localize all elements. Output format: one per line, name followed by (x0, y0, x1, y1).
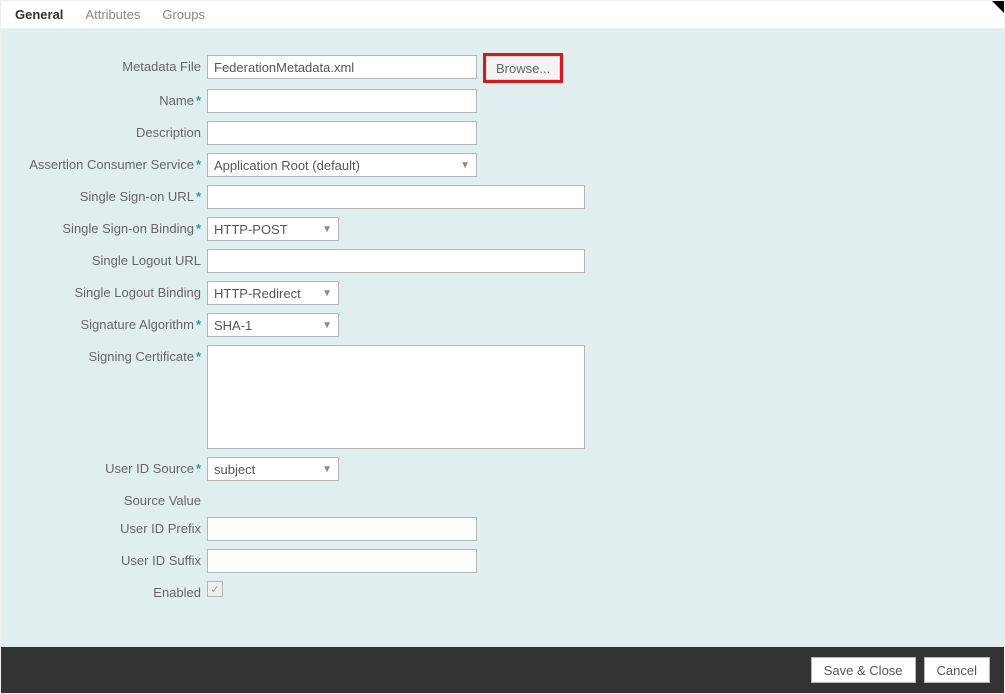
metadata-file-input[interactable] (207, 55, 477, 79)
source-value-label: Source Value (11, 489, 207, 509)
browse-button[interactable]: Browse... (485, 55, 561, 81)
description-label: Description (11, 121, 207, 141)
slo-binding-label: Single Logout Binding (11, 281, 207, 301)
uid-source-value: subject (214, 462, 255, 477)
uid-source-label: User ID Source* (11, 457, 207, 477)
enabled-label: Enabled (11, 581, 207, 601)
tab-groups[interactable]: Groups (162, 7, 205, 22)
signing-cert-label: Signing Certificate* (11, 345, 207, 365)
name-input[interactable] (207, 89, 477, 113)
sso-binding-select[interactable]: HTTP-POST ▼ (207, 217, 339, 241)
settings-page: General Attributes Groups Metadata File … (0, 0, 1005, 694)
tab-bar: General Attributes Groups (1, 1, 1004, 29)
slo-binding-value: HTTP-Redirect (214, 286, 301, 301)
footer-bar: Save & Close Cancel (1, 647, 1004, 693)
sso-binding-label: Single Sign-on Binding* (11, 217, 207, 237)
slo-url-label: Single Logout URL (11, 249, 207, 269)
sig-alg-value: SHA-1 (214, 318, 252, 333)
description-input[interactable] (207, 121, 477, 145)
signing-cert-textarea[interactable] (207, 345, 585, 449)
sig-alg-label: Signature Algorithm* (11, 313, 207, 333)
uid-suffix-input[interactable] (207, 549, 477, 573)
sso-url-input[interactable] (207, 185, 585, 209)
uid-source-select[interactable]: subject ▼ (207, 457, 339, 481)
uid-prefix-input[interactable] (207, 517, 477, 541)
save-close-button[interactable]: Save & Close (811, 657, 916, 683)
tab-general[interactable]: General (15, 7, 63, 22)
chevron-down-icon: ▼ (322, 320, 332, 331)
enabled-checkbox[interactable]: ✓ (207, 581, 223, 597)
cancel-button[interactable]: Cancel (924, 657, 990, 683)
acs-select[interactable]: Application Root (default) ▼ (207, 153, 477, 177)
general-form: Metadata File Browse... Name* Descriptio… (1, 29, 1004, 649)
metadata-file-label: Metadata File (11, 55, 207, 75)
corner-decoration (992, 1, 1004, 13)
chevron-down-icon: ▼ (322, 224, 332, 235)
acs-label: Assertion Consumer Service* (11, 153, 207, 173)
name-label: Name* (11, 89, 207, 109)
sso-binding-value: HTTP-POST (214, 222, 288, 237)
chevron-down-icon: ▼ (322, 464, 332, 475)
chevron-down-icon: ▼ (460, 160, 470, 171)
sso-url-label: Single Sign-on URL* (11, 185, 207, 205)
slo-binding-select[interactable]: HTTP-Redirect ▼ (207, 281, 339, 305)
chevron-down-icon: ▼ (322, 288, 332, 299)
sig-alg-select[interactable]: SHA-1 ▼ (207, 313, 339, 337)
tab-attributes[interactable]: Attributes (85, 7, 140, 22)
uid-prefix-label: User ID Prefix (11, 517, 207, 537)
slo-url-input[interactable] (207, 249, 585, 273)
acs-value: Application Root (default) (214, 158, 360, 173)
uid-suffix-label: User ID Suffix (11, 549, 207, 569)
